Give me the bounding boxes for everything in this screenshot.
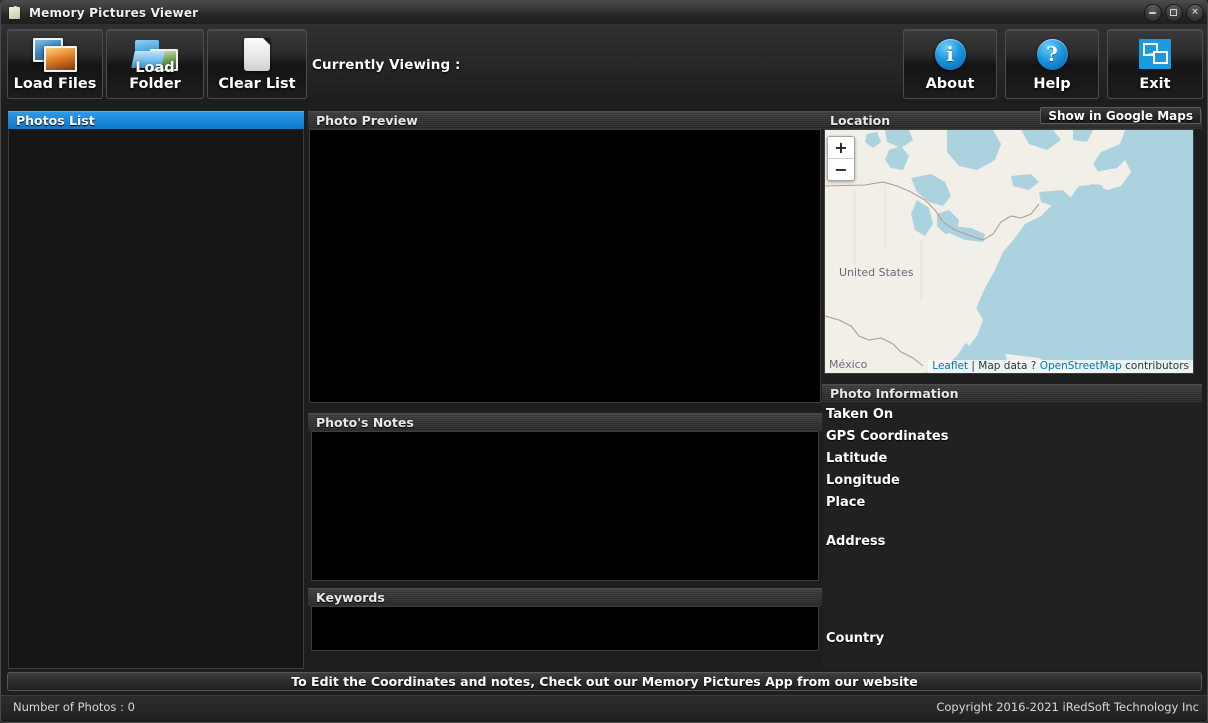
- map-label-mexico: México: [829, 358, 867, 371]
- clear-list-label: Clear List: [208, 76, 306, 92]
- photos-notes-panel: Photo's Notes: [308, 413, 822, 583]
- info-label-address: Address: [826, 534, 885, 549]
- map-attribution: Leaflet | Map data ? OpenStreetMap contr…: [928, 360, 1193, 373]
- show-in-google-maps-button[interactable]: Show in Google Maps: [1040, 107, 1201, 124]
- maximize-button[interactable]: [1165, 4, 1183, 22]
- exit-label: Exit: [1108, 76, 1202, 92]
- question-circle-icon: ?: [1037, 37, 1068, 71]
- attr-mapdata: Map data ?: [978, 360, 1039, 372]
- exit-button[interactable]: ⟶ Exit: [1107, 29, 1203, 99]
- photo-preview-area[interactable]: [309, 129, 821, 403]
- photo-information-header[interactable]: Photo Information: [822, 384, 1202, 402]
- info-glyph: i: [935, 39, 966, 70]
- app-icon: [7, 5, 23, 21]
- window-controls: ✕: [1144, 4, 1204, 22]
- keywords-header[interactable]: Keywords: [308, 588, 822, 606]
- info-label-gps-coordinates: GPS Coordinates: [826, 429, 948, 444]
- info-label-latitude: Latitude: [826, 451, 887, 466]
- info-label-longitude: Longitude: [826, 473, 900, 488]
- leaflet-map[interactable]: United States México + − Leaflet | Map d…: [824, 129, 1194, 374]
- about-button[interactable]: i About: [903, 29, 997, 99]
- photos-list-panel: Photos List: [8, 111, 304, 669]
- photos-list-box[interactable]: [8, 129, 304, 669]
- window-title: Memory Pictures Viewer: [29, 6, 198, 20]
- photo-preview-panel: Photo Preview: [308, 111, 822, 404]
- currently-viewing-label: Currently Viewing :: [312, 57, 461, 73]
- openstreetmap-link[interactable]: OpenStreetMap: [1040, 360, 1122, 372]
- photo-count-status: Number of Photos : 0: [13, 700, 135, 714]
- location-panel: Location: [822, 111, 1202, 376]
- map-label-united-states: United States: [839, 266, 914, 279]
- load-files-label: Load Files: [8, 76, 102, 92]
- load-files-button[interactable]: Load Files: [7, 29, 103, 99]
- exit-window-icon: ⟶: [1139, 37, 1171, 71]
- info-label-taken-on: Taken On: [826, 407, 893, 422]
- photos-list-header[interactable]: Photos List: [8, 111, 304, 129]
- zoom-out-button[interactable]: −: [828, 159, 854, 180]
- document-icon: [244, 37, 270, 71]
- photos-notes-header[interactable]: Photo's Notes: [308, 413, 822, 431]
- footer-banner[interactable]: To Edit the Coordinates and notes, Check…: [7, 672, 1202, 691]
- info-label-place: Place: [826, 495, 865, 510]
- toolbar: Load Files Load Folder Clear List i Abou…: [1, 24, 1208, 103]
- keywords-textarea[interactable]: [311, 606, 819, 651]
- attr-separator: |: [968, 360, 978, 372]
- photo-information-body: Taken On GPS Coordinates Latitude Longit…: [822, 402, 1202, 669]
- help-label: Help: [1006, 76, 1098, 92]
- map-zoom-control: + −: [827, 136, 855, 181]
- leaflet-link[interactable]: Leaflet: [932, 360, 968, 372]
- zoom-in-button[interactable]: +: [828, 137, 854, 159]
- clear-list-button[interactable]: Clear List: [207, 29, 307, 99]
- title-bar: Memory Pictures Viewer ✕: [1, 1, 1208, 24]
- keywords-panel: Keywords: [308, 588, 822, 668]
- about-label: About: [904, 76, 996, 92]
- photo-preview-header[interactable]: Photo Preview: [308, 111, 822, 129]
- photo-information-panel: Photo Information Taken On GPS Coordinat…: [822, 384, 1202, 669]
- load-folder-button[interactable]: Load Folder: [106, 29, 204, 99]
- status-bar: Number of Photos : 0 Copyright 2016-2021…: [1, 695, 1208, 723]
- load-folder-label: Load Folder: [107, 60, 203, 92]
- application-window: Memory Pictures Viewer ✕ Load Files Load…: [0, 0, 1208, 723]
- help-button[interactable]: ? Help: [1005, 29, 1099, 99]
- attr-suffix: contributors: [1122, 360, 1189, 372]
- copyright-status: Copyright 2016-2021 iRedSoft Technology …: [936, 700, 1199, 714]
- info-label-country: Country: [826, 631, 884, 646]
- photos-notes-textarea[interactable]: [311, 431, 819, 581]
- map-tiles: [825, 130, 1194, 374]
- close-button[interactable]: ✕: [1186, 4, 1204, 22]
- photos-icon: [33, 37, 77, 71]
- info-circle-icon: i: [935, 37, 966, 71]
- help-glyph: ?: [1037, 39, 1068, 70]
- minimize-button[interactable]: [1144, 4, 1162, 22]
